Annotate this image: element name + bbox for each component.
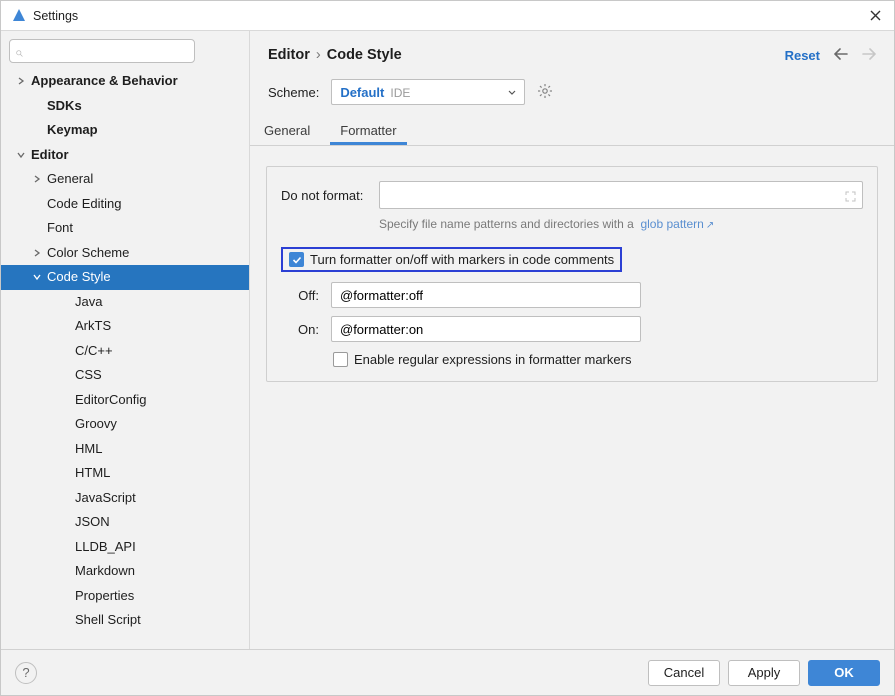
tabs: General Formatter [250, 117, 894, 146]
window-title: Settings [33, 9, 78, 23]
sidebar-item-font[interactable]: Font [1, 216, 249, 241]
sidebar-item-label: Color Scheme [47, 241, 129, 266]
sidebar-item-label: HML [75, 437, 102, 462]
on-input[interactable] [331, 316, 641, 342]
expand-icon[interactable] [845, 190, 856, 201]
sidebar-item-java[interactable]: Java [1, 290, 249, 315]
markers-label: Turn formatter on/off with markers in co… [310, 252, 614, 267]
sidebar-item-label: JSON [75, 510, 110, 535]
sidebar-item-label: LLDB_API [75, 535, 136, 560]
sidebar-item-label: Keymap [47, 118, 98, 143]
sidebar-item-label: Editor [31, 143, 69, 168]
sidebar-item-label: Java [75, 290, 102, 315]
scheme-label: Scheme: [268, 85, 319, 100]
search-field[interactable] [9, 39, 195, 63]
reset-link[interactable]: Reset [785, 48, 820, 63]
nav-forward-icon[interactable] [862, 45, 876, 65]
sidebar-item-editorconfig[interactable]: EditorConfig [1, 388, 249, 413]
off-input[interactable] [331, 282, 641, 308]
sidebar-item-shell-script[interactable]: Shell Script [1, 608, 249, 633]
sidebar-item-label: C/C++ [75, 339, 113, 364]
sidebar-item-label: ArkTS [75, 314, 111, 339]
nav-back-icon[interactable] [834, 45, 848, 65]
sidebar-item-label: Properties [75, 584, 134, 609]
regex-label: Enable regular expressions in formatter … [354, 352, 631, 367]
footer: ? Cancel Apply OK [1, 649, 894, 695]
gear-icon[interactable] [537, 83, 553, 102]
external-link-icon: ↗ [706, 220, 714, 231]
sidebar: Appearance & BehaviorSDKsKeymapEditorGen… [1, 31, 250, 649]
scheme-value: Default [340, 85, 384, 100]
app-logo-icon [11, 8, 27, 24]
sidebar-item-json[interactable]: JSON [1, 510, 249, 535]
formatter-panel: Do not format: Specify file name pattern… [266, 166, 878, 382]
sidebar-item-html[interactable]: HTML [1, 461, 249, 486]
cancel-button[interactable]: Cancel [648, 660, 720, 686]
sidebar-item-lldb-api[interactable]: LLDB_API [1, 535, 249, 560]
sidebar-item-label: Code Editing [47, 192, 121, 217]
search-input[interactable] [27, 44, 188, 58]
on-label: On: [281, 322, 323, 337]
sidebar-item-label: Groovy [75, 412, 117, 437]
sidebar-item-c-c-[interactable]: C/C++ [1, 339, 249, 364]
sidebar-item-sdks[interactable]: SDKs [1, 94, 249, 119]
markers-highlight: Turn formatter on/off with markers in co… [281, 247, 622, 272]
scheme-sub: IDE [390, 86, 410, 100]
sidebar-item-appearance-behavior[interactable]: Appearance & Behavior [1, 69, 249, 94]
tab-general[interactable]: General [254, 117, 320, 145]
do-not-format-label: Do not format: [281, 188, 371, 203]
sidebar-item-label: HTML [75, 461, 110, 486]
glob-pattern-link[interactable]: glob pattern [640, 217, 703, 231]
do-not-format-input[interactable] [379, 181, 863, 209]
sidebar-item-label: CSS [75, 363, 102, 388]
close-button[interactable] [866, 8, 884, 24]
sidebar-item-label: Code Style [47, 265, 111, 290]
off-label: Off: [281, 288, 323, 303]
sidebar-item-keymap[interactable]: Keymap [1, 118, 249, 143]
sidebar-item-general[interactable]: General [1, 167, 249, 192]
ok-button[interactable]: OK [808, 660, 880, 686]
markers-checkbox[interactable] [289, 252, 304, 267]
sidebar-item-arkts[interactable]: ArkTS [1, 314, 249, 339]
sidebar-item-properties[interactable]: Properties [1, 584, 249, 609]
help-button[interactable]: ? [15, 662, 37, 684]
sidebar-item-hml[interactable]: HML [1, 437, 249, 462]
sidebar-item-color-scheme[interactable]: Color Scheme [1, 241, 249, 266]
apply-button[interactable]: Apply [728, 660, 800, 686]
hint-text: Specify file name patterns and directori… [281, 217, 863, 231]
sidebar-item-label: Appearance & Behavior [31, 69, 178, 94]
sidebar-item-groovy[interactable]: Groovy [1, 412, 249, 437]
sidebar-item-label: SDKs [47, 94, 82, 119]
sidebar-item-label: Markdown [75, 559, 135, 584]
sidebar-item-label: Shell Script [75, 608, 141, 633]
search-icon [16, 45, 23, 58]
breadcrumb-separator: › [316, 47, 321, 63]
sidebar-item-code-style[interactable]: Code Style [1, 265, 249, 290]
sidebar-item-markdown[interactable]: Markdown [1, 559, 249, 584]
sidebar-item-editor[interactable]: Editor [1, 143, 249, 168]
sidebar-item-javascript[interactable]: JavaScript [1, 486, 249, 511]
chevron-down-icon [508, 85, 516, 100]
breadcrumb: Editor › Code Style [268, 47, 402, 63]
titlebar: Settings [1, 1, 894, 31]
sidebar-item-label: JavaScript [75, 486, 136, 511]
regex-checkbox[interactable] [333, 352, 348, 367]
sidebar-item-code-editing[interactable]: Code Editing [1, 192, 249, 217]
sidebar-item-label: General [47, 167, 93, 192]
sidebar-item-css[interactable]: CSS [1, 363, 249, 388]
breadcrumb-code-style: Code Style [327, 47, 402, 63]
breadcrumb-editor: Editor [268, 47, 310, 63]
tab-formatter[interactable]: Formatter [330, 117, 406, 145]
scheme-dropdown[interactable]: Default IDE [331, 79, 525, 105]
settings-tree: Appearance & BehaviorSDKsKeymapEditorGen… [1, 69, 249, 649]
content-panel: Editor › Code Style Reset Scheme: [250, 31, 894, 649]
sidebar-item-label: Font [47, 216, 73, 241]
sidebar-item-label: EditorConfig [75, 388, 147, 413]
